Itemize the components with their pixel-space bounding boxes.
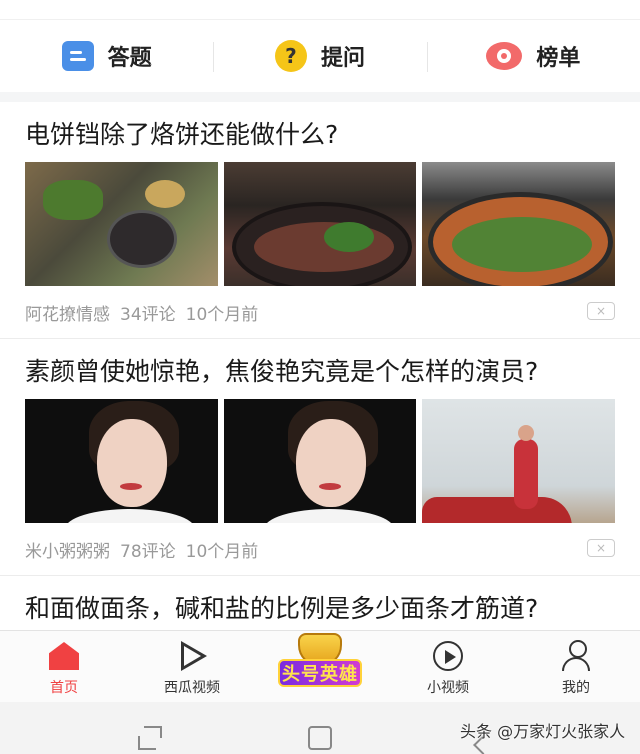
play-icon xyxy=(177,641,207,671)
tab-xigua-video-label: 西瓜视频 xyxy=(164,680,220,696)
article-meta: 阿花撩情感 34评论 10个月前 xyxy=(25,286,615,338)
answer-icon xyxy=(61,41,94,71)
tab-hero-badge[interactable]: 头号英雄 xyxy=(256,631,384,702)
article-thumbnail[interactable] xyxy=(223,399,417,523)
ranking-icon xyxy=(486,42,523,70)
article-source[interactable]: 阿花撩情感 xyxy=(25,300,110,325)
article-title[interactable]: 电饼铛除了烙饼还能做什么? xyxy=(25,102,615,152)
hero-badge-text: 头号英雄 xyxy=(278,658,362,687)
article-card[interactable]: 电饼铛除了烙饼还能做什么? 阿花撩情感 34评论 10个月前 × xyxy=(0,102,640,339)
article-card[interactable]: 和面做面条，碱和盐的比例是多少面条才筋道? xyxy=(0,576,640,626)
section-divider xyxy=(0,92,640,102)
dismiss-button[interactable]: × xyxy=(587,302,615,320)
dismiss-button[interactable]: × xyxy=(587,539,615,557)
home-icon xyxy=(49,642,79,670)
thumbnail-row xyxy=(25,399,616,523)
profile-icon xyxy=(561,640,591,672)
publish-time: 10个月前 xyxy=(185,304,259,325)
ranking-button[interactable]: 榜单 xyxy=(426,20,640,92)
article-source[interactable]: 米小粥粥粥 xyxy=(25,537,110,562)
thumbnail-row xyxy=(25,162,616,286)
bottom-tab-bar: 首页 西瓜视频 头号英雄 小视频 我的 xyxy=(0,630,640,702)
article-thumbnail[interactable] xyxy=(422,162,616,286)
publish-time: 10个月前 xyxy=(185,541,259,562)
mini-video-icon xyxy=(433,641,463,671)
recent-apps-icon[interactable] xyxy=(138,726,164,750)
article-meta: 米小粥粥粥 78评论 10个月前 xyxy=(25,523,615,575)
ask-label: 提问 xyxy=(320,46,365,71)
tab-mini-video[interactable]: 小视频 xyxy=(384,631,512,702)
answer-button[interactable]: 答题 xyxy=(0,20,213,92)
watermark: 头条 @万家灯火张家人 xyxy=(460,722,626,741)
article-thumbnail[interactable] xyxy=(25,399,218,523)
tab-profile[interactable]: 我的 xyxy=(512,631,640,702)
tab-mini-video-label: 小视频 xyxy=(427,680,469,696)
answer-label: 答题 xyxy=(107,46,152,71)
question-icon: ? xyxy=(274,40,307,72)
action-bar: 答题 ? 提问 榜单 xyxy=(0,20,640,92)
article-title[interactable]: 素颜曾使她惊艳，焦俊艳究竟是个怎样的演员? xyxy=(25,339,615,389)
comment-count: 78评论 xyxy=(120,541,176,562)
tab-home-label: 首页 xyxy=(50,680,78,696)
top-strip xyxy=(0,0,640,20)
ranking-label: 榜单 xyxy=(536,46,581,71)
article-card[interactable]: 素颜曾使她惊艳，焦俊艳究竟是个怎样的演员? 米小粥粥粥 78评论 10个月前 × xyxy=(0,339,640,576)
tab-profile-label: 我的 xyxy=(562,680,590,696)
comment-count: 34评论 xyxy=(120,304,176,325)
tab-xigua-video[interactable]: 西瓜视频 xyxy=(128,631,256,702)
ask-button[interactable]: ? 提问 xyxy=(213,20,426,92)
article-thumbnail[interactable] xyxy=(25,162,218,286)
article-thumbnail[interactable] xyxy=(422,399,616,523)
system-home-icon[interactable] xyxy=(308,726,332,750)
trophy-badge-icon: 头号英雄 xyxy=(278,632,362,697)
news-feed[interactable]: 电饼铛除了烙饼还能做什么? 阿花撩情感 34评论 10个月前 × 素颜曾使她惊艳… xyxy=(0,102,640,630)
tab-home[interactable]: 首页 xyxy=(0,631,128,702)
article-title[interactable]: 和面做面条，碱和盐的比例是多少面条才筋道? xyxy=(25,576,615,626)
article-thumbnail[interactable] xyxy=(223,162,417,286)
